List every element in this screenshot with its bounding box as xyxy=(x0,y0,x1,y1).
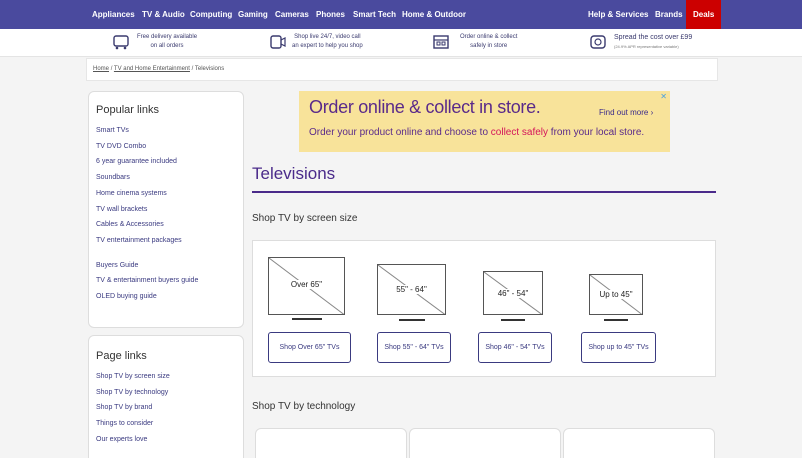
nav-phones[interactable]: Phones xyxy=(316,0,345,29)
tv-screen: 55" - 64" xyxy=(377,264,446,315)
list-gap xyxy=(96,249,236,258)
shop-up-to-45-button[interactable]: Shop up to 45" TVs xyxy=(581,332,656,363)
usp-collect[interactable]: Order online & collect safely in store xyxy=(460,33,517,51)
link-shop-by-size[interactable]: Shop TV by screen size xyxy=(96,369,236,385)
link-home-cinema[interactable]: Home cinema systems xyxy=(96,186,236,202)
nav-tv-audio[interactable]: TV & Audio xyxy=(142,0,185,29)
page-links-title: Page links xyxy=(96,350,147,362)
link-things-to-consider[interactable]: Things to consider xyxy=(96,416,236,432)
tv-55-64[interactable]: 55" - 64" xyxy=(377,264,446,321)
close-icon[interactable]: ✕ xyxy=(660,92,667,101)
usp-bar: Free delivery available on all orders Sho… xyxy=(0,29,802,57)
nav-deals[interactable]: Deals xyxy=(686,0,722,29)
shop-55-64-button[interactable]: Shop 55" - 64" TVs xyxy=(377,332,451,363)
breadcrumb-home[interactable]: Home xyxy=(93,66,109,72)
technology-card[interactable] xyxy=(255,428,407,458)
link-buyers-guide[interactable]: Buyers Guide xyxy=(96,258,236,274)
tv-stand xyxy=(292,318,322,320)
link-tv-buyers-guide[interactable]: TV & entertainment buyers guide xyxy=(96,273,236,289)
technology-card[interactable] xyxy=(409,428,561,458)
banner-title: Order online & collect in store. xyxy=(309,97,541,117)
nav-appliances[interactable]: Appliances xyxy=(92,0,135,29)
title-divider xyxy=(252,191,716,193)
van-icon xyxy=(113,35,129,50)
link-shop-by-brand[interactable]: Shop TV by brand xyxy=(96,400,236,416)
nav-cameras[interactable]: Cameras xyxy=(275,0,309,29)
store-icon xyxy=(433,35,449,49)
calculator-icon xyxy=(590,35,606,49)
link-soundbars[interactable]: Soundbars xyxy=(96,170,236,186)
page-title: Televisions xyxy=(252,164,336,183)
tv-stand xyxy=(501,319,525,321)
tv-size-label: Up to 45" xyxy=(590,290,642,299)
tv-screen: Up to 45" xyxy=(589,274,643,315)
shop-46-54-button[interactable]: Shop 46" - 54" TVs xyxy=(478,332,552,363)
video-call-icon xyxy=(270,35,286,49)
link-cables-accessories[interactable]: Cables & Accessories xyxy=(96,217,236,233)
breadcrumb-parent[interactable]: TV and Home Entertainment xyxy=(114,66,190,72)
tv-over-65[interactable]: Over 65" xyxy=(268,257,345,321)
tv-screen: 46" - 54" xyxy=(483,271,543,315)
link-6-year-guarantee[interactable]: 6 year guarantee included xyxy=(96,154,236,170)
link-oled-guide[interactable]: OLED buying guide xyxy=(96,289,236,305)
tv-46-54[interactable]: 46" - 54" xyxy=(483,271,543,321)
tv-size-label: Over 65" xyxy=(269,280,344,289)
tv-size-label: 46" - 54" xyxy=(484,289,542,298)
technology-card[interactable] xyxy=(563,428,715,458)
breadcrumb-current: Televisions xyxy=(194,66,225,72)
nav-smart-tech[interactable]: Smart Tech xyxy=(353,0,396,29)
nav-computing[interactable]: Computing xyxy=(190,0,232,29)
tv-up-to-45[interactable]: Up to 45" xyxy=(589,274,643,321)
nav-home-outdoor[interactable]: Home & Outdoor xyxy=(402,0,466,29)
banner-find-out-more[interactable]: Find out more › xyxy=(599,108,653,117)
link-shop-by-technology[interactable]: Shop TV by technology xyxy=(96,385,236,401)
nav-help-services[interactable]: Help & Services xyxy=(588,0,648,29)
shop-over-65-button[interactable]: Shop Over 65" TVs xyxy=(268,332,351,363)
page-links-panel: Page links Shop TV by screen size Shop T… xyxy=(88,335,244,458)
banner-subtitle: Order your product online and choose to … xyxy=(309,127,645,138)
usp-delivery[interactable]: Free delivery available on all orders xyxy=(137,33,197,51)
breadcrumb-separator: / xyxy=(110,66,113,72)
link-experts-love[interactable]: Our experts love xyxy=(96,432,236,448)
usp-finance[interactable]: Spread the cost over £99 (24.9% APR repre… xyxy=(614,33,692,51)
tv-stand xyxy=(399,319,425,321)
top-navigation: Appliances TV & Audio Computing Gaming C… xyxy=(0,0,802,29)
usp-video-call[interactable]: Shop live 24/7, video call an expert to h… xyxy=(292,33,363,51)
tv-screen: Over 65" xyxy=(268,257,345,315)
link-tv-dvd-combo[interactable]: TV DVD Combo xyxy=(96,139,236,155)
tv-stand xyxy=(604,319,628,321)
nav-brands[interactable]: Brands xyxy=(655,0,683,29)
link-smart-tvs[interactable]: Smart TVs xyxy=(96,123,236,139)
popular-links-panel: Popular links Smart TVs TV DVD Combo 6 y… xyxy=(88,91,244,328)
tv-size-label: 55" - 64" xyxy=(378,285,445,294)
technology-heading: Shop TV by technology xyxy=(252,401,356,412)
breadcrumb: Home / TV and Home Entertainment / Telev… xyxy=(86,58,718,81)
nav-gaming[interactable]: Gaming xyxy=(238,0,268,29)
link-tv-entertainment-packages[interactable]: TV entertainment packages xyxy=(96,233,236,249)
promo-banner[interactable]: Order online & collect in store. Order y… xyxy=(299,91,670,152)
link-tv-wall-brackets[interactable]: TV wall brackets xyxy=(96,202,236,218)
breadcrumb-separator: / xyxy=(191,66,194,72)
popular-links-title: Popular links xyxy=(96,104,159,116)
screen-size-heading: Shop TV by screen size xyxy=(252,213,358,224)
